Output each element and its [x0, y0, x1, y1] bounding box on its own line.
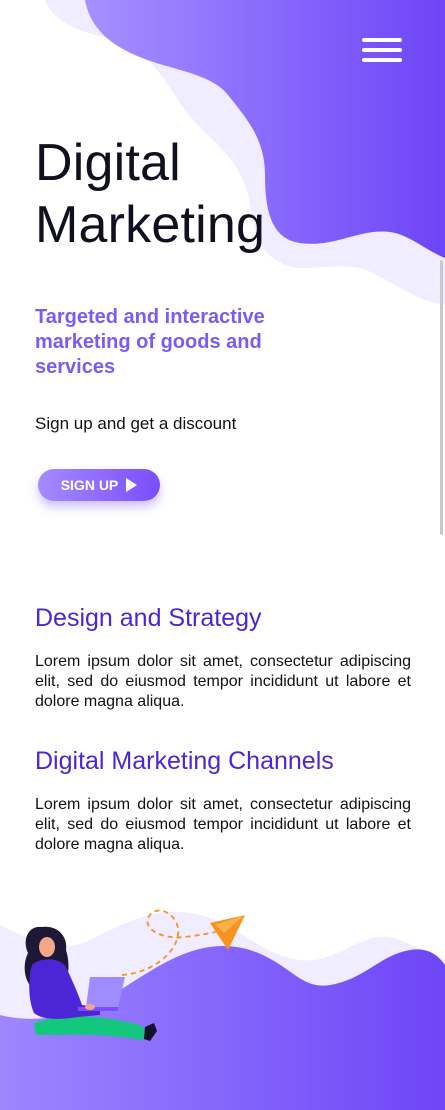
hamburger-menu-icon[interactable] — [362, 38, 402, 62]
sign-up-button[interactable]: SIGN UP — [38, 469, 160, 501]
scrollbar[interactable] — [440, 260, 443, 535]
section-text-design-strategy: Lorem ipsum dolor sit amet, consectetur … — [35, 653, 411, 710]
menu-bar — [362, 38, 402, 42]
section-title-design-strategy: Design and Strategy — [35, 604, 262, 632]
play-icon — [126, 478, 138, 492]
discount-text: Sign up and get a discount — [35, 414, 237, 433]
title-line-2: Marketing — [35, 196, 266, 254]
hero-subtitle: Targeted and interactive marketing of go… — [35, 306, 265, 378]
menu-bar — [362, 58, 402, 62]
page-title: Digital Marketing — [35, 132, 265, 256]
menu-bar — [362, 48, 402, 52]
footer-illustration — [0, 909, 445, 1110]
section-title-marketing-channels: Digital Marketing Channels — [35, 747, 334, 775]
title-line-1: Digital — [35, 134, 181, 192]
sign-up-label: SIGN UP — [60, 477, 119, 493]
section-text-marketing-channels: Lorem ipsum dolor sit amet, consectetur … — [35, 796, 411, 853]
page: Digital Marketing Targeted and interacti… — [0, 0, 445, 1110]
